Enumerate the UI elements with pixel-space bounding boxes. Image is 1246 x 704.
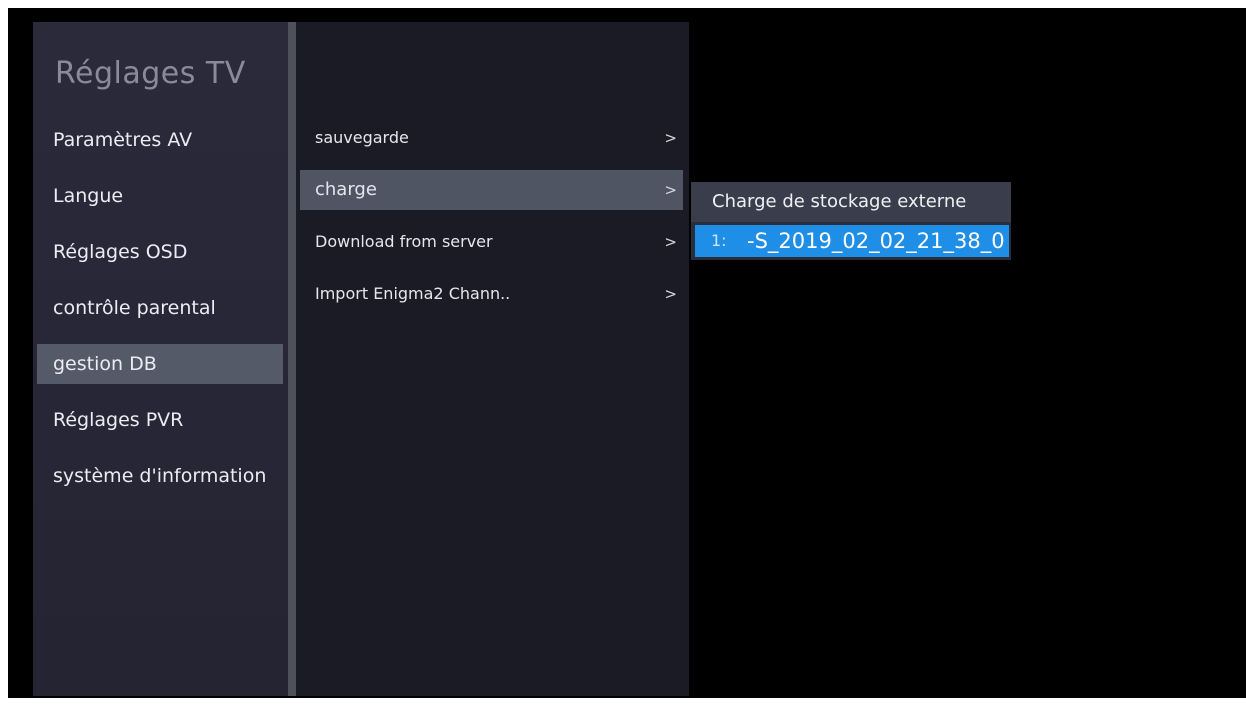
chevron-right-icon: >	[664, 233, 677, 251]
file-list-item[interactable]: 1: -S_2019_02_02_21_38_0	[695, 225, 1009, 257]
file-name: -S_2019_02_02_21_38_0	[747, 229, 1005, 253]
submenu-item-charge[interactable]: charge >	[300, 170, 683, 210]
submenu-item-label: Import Enigma2 Chann..	[315, 284, 511, 303]
external-storage-popup: Charge de stockage externe 1: -S_2019_02…	[691, 182, 1011, 260]
db-submenu: sauvegarde > charge > Download from serv…	[296, 22, 689, 696]
panel-divider	[288, 22, 296, 696]
file-list: 1: -S_2019_02_02_21_38_0	[691, 222, 1011, 260]
tv-screen: Réglages TV Paramètres AV Langue Réglage…	[8, 8, 1246, 698]
chevron-right-icon: >	[664, 181, 677, 199]
sidebar-item-gestion-db[interactable]: gestion DB	[37, 344, 283, 384]
sidebar-title: Réglages TV	[55, 56, 246, 91]
sidebar-item-reglages-osd[interactable]: Réglages OSD	[37, 232, 283, 272]
chevron-right-icon: >	[664, 285, 677, 303]
submenu-item-label: sauvegarde	[315, 128, 409, 147]
sidebar-item-controle-parental[interactable]: contrôle parental	[37, 288, 283, 328]
submenu-item-label: Download from server	[315, 232, 493, 251]
sidebar-item-parametres-av[interactable]: Paramètres AV	[37, 120, 283, 160]
chevron-right-icon: >	[664, 129, 677, 147]
submenu-item-label: charge	[315, 179, 377, 200]
sidebar-item-systeme-information[interactable]: système d'information	[37, 456, 283, 496]
sidebar-item-langue[interactable]: Langue	[37, 176, 283, 216]
popup-title: Charge de stockage externe	[691, 182, 1011, 222]
settings-sidebar: Réglages TV Paramètres AV Langue Réglage…	[33, 22, 291, 696]
submenu-item-import-enigma2[interactable]: Import Enigma2 Chann.. >	[300, 274, 683, 314]
file-index: 1:	[711, 231, 727, 250]
submenu-item-download-from-server[interactable]: Download from server >	[300, 222, 683, 262]
submenu-item-sauvegarde[interactable]: sauvegarde >	[300, 118, 683, 158]
sidebar-item-reglages-pvr[interactable]: Réglages PVR	[37, 400, 283, 440]
